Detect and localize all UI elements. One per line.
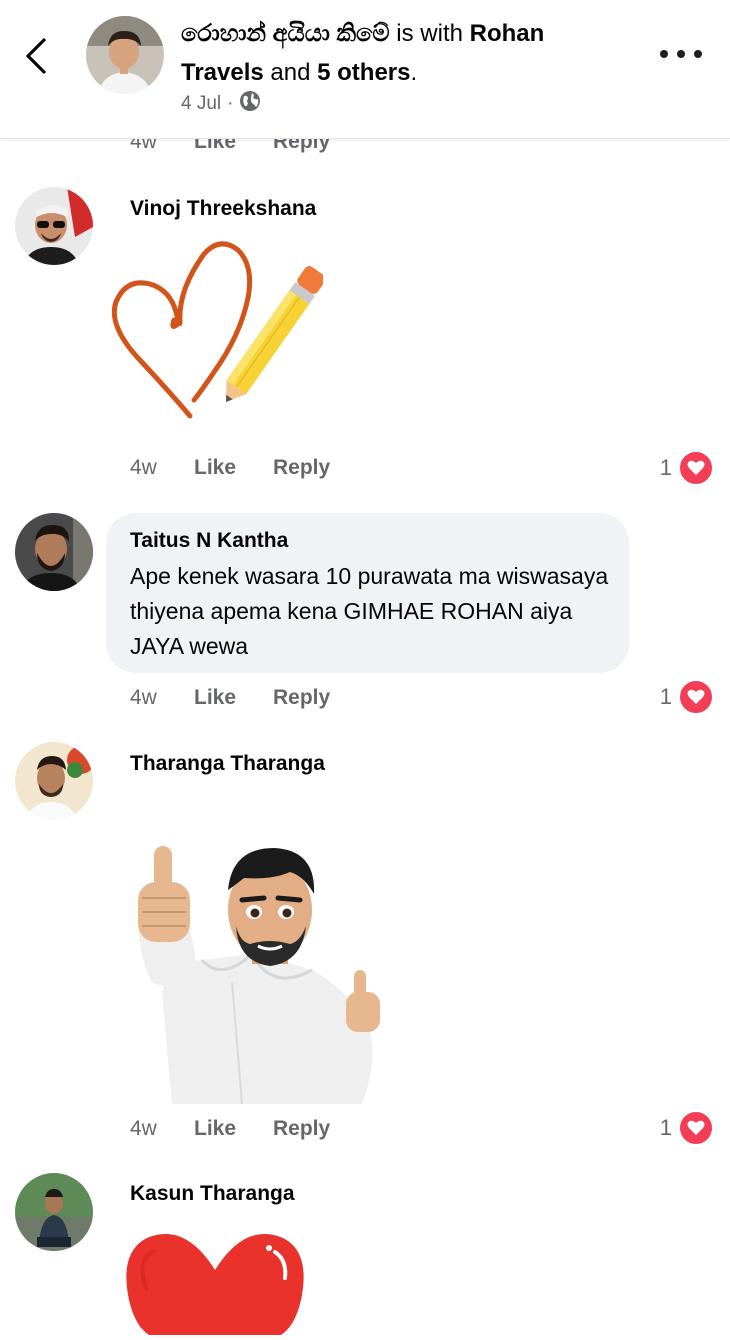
dot [694, 50, 702, 58]
heart-pencil-sticker [108, 240, 326, 430]
reply-button[interactable]: Reply [273, 456, 330, 480]
comment-actions: 4w Like Reply [130, 456, 330, 480]
author-name[interactable]: රොහාන් අයියා කිමේ [181, 20, 390, 47]
love-reaction-icon [678, 1110, 714, 1146]
post-meta: 4 Jul · [181, 90, 261, 118]
reaction-number: 1 [659, 455, 672, 480]
reaction-count[interactable]: 1 [660, 1110, 714, 1146]
post-header-text: රොහාන් අයියා කිමේ is with Rohan Travels … [181, 14, 601, 92]
comment-actions: 4w Like Reply [130, 1117, 330, 1141]
more-options-button[interactable] [660, 44, 702, 64]
reaction-count[interactable]: 1 [660, 450, 714, 486]
tagged-others[interactable]: 5 others [317, 59, 410, 86]
avatar[interactable] [15, 742, 93, 820]
red-heart-sticker [125, 1230, 305, 1340]
globe-icon [239, 90, 261, 118]
thumbs-up-avatar-sticker [132, 842, 392, 1109]
comment-time: 4w [130, 1117, 157, 1140]
dot [660, 50, 668, 58]
comment-text: Ape kenek wasara 10 purawata ma wiswasay… [130, 563, 609, 659]
reply-button[interactable]: Reply [273, 1117, 330, 1141]
love-reaction-icon [678, 679, 714, 715]
and-text: and [270, 59, 311, 86]
like-button[interactable]: Like [194, 456, 273, 480]
comment-bubble[interactable]: Taitus N Kantha Ape kenek wasara 10 pura… [106, 513, 629, 673]
avatar[interactable] [15, 513, 93, 591]
commenter-name[interactable]: Kasun Tharanga [130, 1182, 295, 1206]
comment-time: 4w [130, 686, 157, 709]
meta-separator: · [227, 93, 234, 114]
avatar[interactable] [15, 187, 93, 265]
avatar[interactable] [15, 1173, 93, 1251]
comment-time: 4w [130, 456, 157, 479]
love-reaction-icon [678, 450, 714, 486]
dot [677, 50, 685, 58]
back-icon[interactable] [22, 36, 52, 76]
reply-button[interactable]: Reply [273, 686, 330, 710]
commenter-name[interactable]: Vinoj Threekshana [130, 197, 316, 221]
like-button[interactable]: Like [194, 1117, 273, 1141]
reaction-count[interactable]: 1 [660, 679, 714, 715]
commenter-name[interactable]: Tharanga Tharanga [130, 752, 325, 776]
like-button[interactable]: Like [194, 686, 273, 710]
post-date[interactable]: 4 Jul [181, 93, 221, 115]
commenter-name[interactable]: Taitus N Kantha [130, 529, 288, 553]
reaction-number: 1 [659, 684, 672, 709]
with-text: is with [396, 20, 463, 47]
comment-actions: 4w Like Reply [130, 686, 330, 710]
period: . [410, 59, 418, 86]
author-avatar[interactable] [86, 16, 164, 94]
reaction-number: 1 [659, 1115, 672, 1140]
post-header: රොහාන් අයියා කිමේ is with Rohan Travels … [0, 0, 730, 139]
